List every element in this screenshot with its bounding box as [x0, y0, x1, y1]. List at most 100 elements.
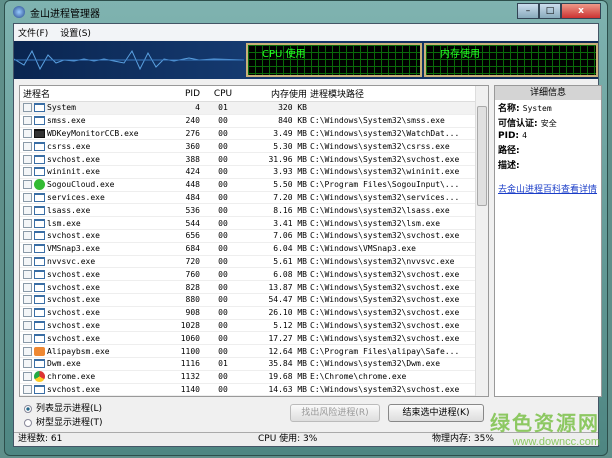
find-risk-button[interactable]: 找出风险进程(R) — [290, 404, 380, 422]
table-row[interactable]: wininit.exe 424 00 3.93 MB C:\Windows\sy… — [20, 166, 488, 179]
row-checkbox[interactable] — [23, 192, 32, 202]
table-row[interactable]: lsass.exe 536 00 8.16 MB C:\Windows\syst… — [20, 204, 488, 218]
scroll-thumb[interactable] — [477, 106, 487, 206]
row-checkbox[interactable] — [23, 308, 32, 318]
row-checkbox[interactable] — [23, 116, 32, 126]
cell-mem: 19.68 MB — [268, 372, 307, 382]
row-checkbox[interactable] — [23, 244, 32, 254]
monitor-strip: CPU 使用 内存使用 — [14, 41, 598, 79]
row-checkbox[interactable] — [23, 103, 32, 113]
memory-usage-status: 物理内存: 35% — [432, 434, 494, 444]
table-row[interactable]: svchost.exe 1140 00 14.63 MB C:\Windows\… — [20, 384, 488, 397]
cell-pid: 448 — [185, 180, 200, 190]
col-cpu[interactable]: CPU — [200, 89, 246, 99]
row-checkbox[interactable] — [23, 372, 32, 382]
cell-pid: 1028 — [180, 320, 200, 330]
table-row[interactable]: services.exe 484 00 7.20 MB C:\Windows\s… — [20, 192, 488, 205]
maximize-button[interactable]: □ — [539, 3, 561, 19]
process-name: Alipaybsm.exe — [47, 346, 110, 356]
radio-unchecked-icon[interactable] — [24, 419, 32, 427]
table-row[interactable]: svchost.exe 1028 00 5.12 MB C:\Windows\s… — [20, 320, 488, 333]
cell-name: lsass.exe — [20, 205, 170, 215]
cell-cpu: 00 — [218, 295, 228, 305]
col-path[interactable]: 进程模块路径 — [310, 87, 470, 100]
row-checkbox[interactable] — [23, 346, 32, 356]
table-row[interactable]: nvvsvc.exe 720 00 5.61 MB C:\Windows\sys… — [20, 256, 488, 269]
col-name[interactable]: 进程名 — [20, 87, 170, 100]
pid-value: 4 — [522, 131, 527, 140]
table-row[interactable]: svchost.exe 908 00 26.10 MB C:\Windows\s… — [20, 307, 488, 320]
name-label: 名称: — [498, 104, 520, 114]
row-checkbox[interactable] — [23, 295, 32, 305]
table-row[interactable]: svchost.exe 1060 00 17.27 MB C:\Windows\… — [20, 332, 488, 346]
cell-mem: 54.47 MB — [268, 295, 307, 305]
table-row[interactable]: WDKeyMonitorCCB.exe 276 00 3.49 MB C:\Wi… — [20, 128, 488, 141]
table-row[interactable]: svchost.exe 828 00 13.87 MB C:\Windows\S… — [20, 281, 488, 294]
desc-label: 描述: — [498, 161, 520, 171]
tree-view-radio[interactable]: 树型显示进程(T) — [24, 416, 103, 430]
row-checkbox[interactable] — [23, 384, 32, 394]
end-process-button[interactable]: 结束选中进程(K) — [388, 404, 484, 422]
row-checkbox[interactable] — [23, 154, 32, 164]
table-row[interactable]: System 4 01 320 KB — [20, 102, 488, 115]
window-icon — [34, 116, 45, 126]
col-mem[interactable]: 内存使用 — [246, 87, 310, 100]
row-checkbox[interactable] — [23, 269, 32, 279]
cell-cpu: 00 — [218, 218, 228, 228]
row-checkbox[interactable] — [23, 333, 32, 343]
row-checkbox[interactable] — [23, 128, 32, 138]
row-checkbox[interactable] — [23, 231, 32, 241]
list-scrollbar[interactable] — [475, 86, 488, 396]
list-view-radio[interactable]: 列表显示进程(L) — [24, 402, 103, 416]
table-row[interactable]: Dwm.exe 1116 01 35.84 MB C:\Windows\syst… — [20, 358, 488, 371]
cell-cpu: 00 — [218, 205, 228, 215]
row-checkbox[interactable] — [23, 141, 32, 151]
col-pid[interactable]: PID — [170, 89, 200, 99]
menu-file[interactable]: 文件(F) — [18, 26, 48, 39]
minimize-button[interactable]: – — [517, 3, 539, 19]
menu-settings[interactable]: 设置(S) — [60, 26, 91, 39]
table-row[interactable]: svchost.exe 656 00 7.06 MB C:\Windows\sy… — [20, 230, 488, 243]
cell-path: C:\Windows\System32\svchost.exe — [310, 154, 460, 164]
cell-pid: 1060 — [180, 333, 200, 343]
row-checkbox[interactable] — [23, 205, 32, 215]
process-name: nvvsvc.exe — [47, 256, 96, 266]
row-checkbox[interactable] — [23, 359, 32, 369]
row-checkbox[interactable] — [23, 180, 32, 190]
watermark: 绿色资源网 www.downcc.com — [490, 407, 600, 448]
row-checkbox[interactable] — [23, 282, 32, 292]
table-row[interactable]: SogouCloud.exe 448 00 5.50 MB C:\Program… — [20, 179, 488, 192]
table-row[interactable]: svchost.exe 388 00 31.96 MB C:\Windows\S… — [20, 153, 488, 166]
row-checkbox[interactable] — [23, 218, 32, 228]
list-header: 进程名 PID CPU 内存使用 进程模块路径 — [20, 86, 488, 102]
cell-name: svchost.exe — [20, 384, 170, 394]
window-icon — [34, 154, 45, 164]
cell-cpu: 00 — [218, 269, 228, 279]
table-row[interactable]: svchost.exe 880 00 54.47 MB C:\Windows\S… — [20, 294, 488, 307]
table-row[interactable]: VMSnap3.exe 684 00 6.04 MB C:\Windows\VM… — [20, 243, 488, 256]
cell-mem: 7.06 MB — [273, 231, 307, 241]
process-name: svchost.exe — [47, 295, 100, 305]
table-row[interactable]: chrome.exe 1132 00 19.68 MB E:\Chrome\ch… — [20, 371, 488, 384]
cell-pid: 276 — [185, 128, 200, 138]
close-button[interactable]: x — [561, 3, 601, 19]
cell-mem: 3.93 MB — [273, 167, 307, 177]
process-name: svchost.exe — [47, 384, 100, 394]
table-row[interactable]: csrss.exe 360 00 5.30 MB C:\Windows\syst… — [20, 140, 488, 154]
row-checkbox[interactable] — [23, 320, 32, 330]
process-wiki-link[interactable]: 去金山进程百科查看详情 — [498, 182, 598, 195]
row-checkbox[interactable] — [23, 167, 32, 177]
trust-label: 可信认证: — [498, 119, 538, 129]
table-row[interactable]: lsm.exe 544 00 3.41 MB C:\Windows\system… — [20, 217, 488, 230]
table-row[interactable]: Alipaybsm.exe 1100 00 12.64 MB C:\Progra… — [20, 345, 488, 358]
cell-name: smss.exe — [20, 116, 170, 126]
row-checkbox[interactable] — [23, 256, 32, 266]
cell-name: csrss.exe — [20, 141, 170, 151]
cpu-graph-label: CPU 使用 — [262, 49, 306, 60]
table-row[interactable]: smss.exe 240 00 840 KB C:\Windows\System… — [20, 115, 488, 128]
cell-cpu: 00 — [218, 231, 228, 241]
radio-checked-icon[interactable] — [24, 405, 32, 413]
cell-pid: 424 — [185, 167, 200, 177]
table-row[interactable]: svchost.exe 760 00 6.08 MB C:\Windows\sy… — [20, 268, 488, 282]
window-icon — [34, 192, 45, 202]
